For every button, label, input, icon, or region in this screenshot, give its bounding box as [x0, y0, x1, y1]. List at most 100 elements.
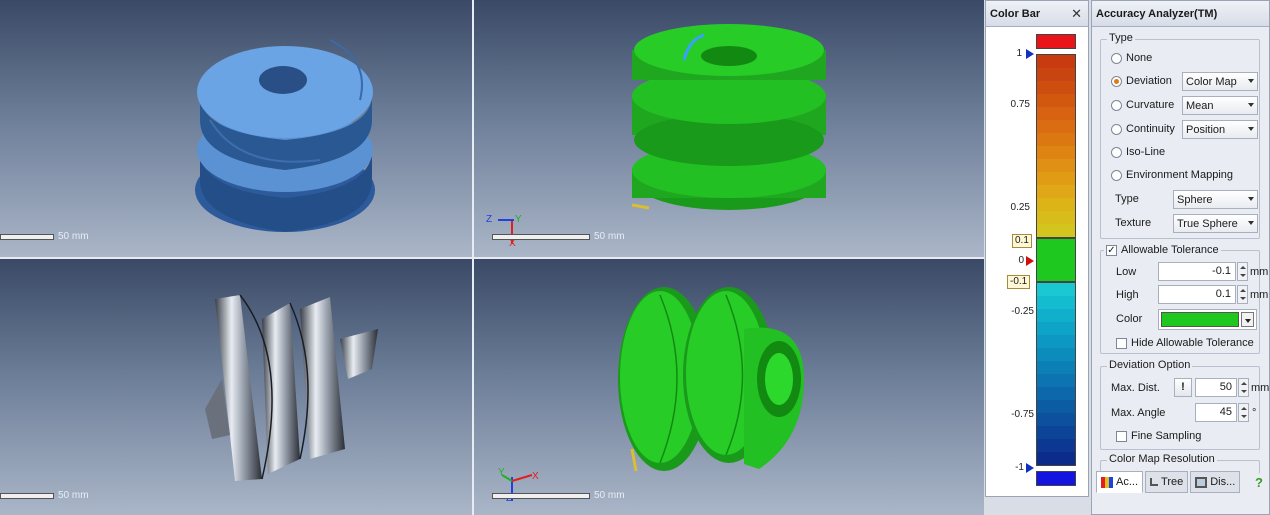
continuity-mode-select[interactable]: Position: [1182, 120, 1258, 139]
hide-tolerance-toggle[interactable]: Hide Allowable Tolerance: [1116, 337, 1254, 349]
viewport-bottom-right[interactable]: Y X Z 50 mm: [474, 259, 984, 515]
color-positive-step-4: [1037, 107, 1075, 120]
tolerance-low-input[interactable]: -0.1: [1158, 262, 1236, 281]
chevron-down-icon: [1248, 103, 1254, 107]
color-bar-header: Color Bar ✕: [986, 1, 1088, 27]
tolerance-low-spinner[interactable]: [1237, 262, 1248, 281]
tolerance-high-input[interactable]: 0.1: [1158, 285, 1236, 304]
zero-marker-icon[interactable]: [1026, 256, 1034, 266]
tolerance-high-spinner[interactable]: [1237, 285, 1248, 304]
checkbox-icon[interactable]: [1116, 337, 1127, 349]
radio-none[interactable]: None: [1111, 52, 1152, 64]
color-positive-step-0: [1037, 55, 1075, 68]
color-negative-step-3: [1037, 322, 1075, 335]
scale-label: 50 mm: [58, 231, 89, 242]
max-angle-spinner[interactable]: [1238, 403, 1249, 422]
color-tolerance-range[interactable]: [1036, 238, 1076, 282]
colorbar-label-max: 1: [1016, 48, 1022, 59]
tolerance-color-label: Color: [1116, 313, 1143, 325]
fine-sampling-toggle[interactable]: Fine Sampling: [1116, 430, 1201, 442]
color-positive-step-5: [1037, 120, 1075, 133]
colorbar-label-075: 0.75: [1010, 99, 1030, 110]
tolerance-high-marker[interactable]: 0.1: [1012, 234, 1032, 248]
curvature-mode-select[interactable]: Mean: [1182, 96, 1258, 115]
radio-isoline[interactable]: Iso-Line: [1111, 146, 1165, 158]
color-positive-step-8: [1037, 159, 1075, 172]
radio-deviation[interactable]: Deviation: [1111, 75, 1172, 87]
max-dist-spinner[interactable]: [1238, 378, 1249, 397]
scale-label: 50 mm: [594, 231, 625, 242]
color-negative-step-0: [1037, 283, 1075, 296]
color-negative-step-10: [1037, 413, 1075, 426]
chevron-down-icon: [1248, 79, 1254, 83]
colorbar-label-neg075: -0.75: [1011, 409, 1034, 420]
max-angle-label: Max. Angle: [1111, 407, 1166, 419]
scale-label: 50 mm: [58, 490, 89, 501]
accuracy-analyzer-title: Accuracy Analyzer(TM): [1092, 1, 1269, 27]
color-over-range[interactable]: [1036, 34, 1076, 49]
color-positive-step-12: [1037, 211, 1075, 224]
max-angle-input[interactable]: 45: [1195, 403, 1237, 422]
tab-accuracy[interactable]: Ac...: [1096, 471, 1144, 493]
tab-display[interactable]: Dis...: [1190, 471, 1241, 493]
radio-environment-mapping[interactable]: Environment Mapping: [1111, 169, 1233, 181]
color-positive-step-9: [1037, 172, 1075, 185]
viewport-divider-horizontal[interactable]: [0, 257, 984, 259]
allowable-tolerance-group: ✓ Allowable Tolerance Low -0.1 mm High 0…: [1100, 244, 1268, 354]
max-dist-label: Max. Dist.: [1111, 382, 1160, 394]
color-positive-range[interactable]: [1036, 54, 1076, 238]
display-icon: [1195, 476, 1208, 488]
viewport-top-left[interactable]: 50 mm: [0, 0, 472, 257]
texture-label: Texture: [1115, 217, 1152, 229]
radio-icon[interactable]: [1111, 99, 1122, 111]
tolerance-low-label: Low: [1116, 266, 1137, 278]
max-marker-icon[interactable]: [1026, 49, 1034, 59]
tolerance-high-unit: mm: [1250, 289, 1269, 301]
texture-select[interactable]: True Sphere: [1173, 214, 1258, 233]
checkbox-checked-icon[interactable]: ✓: [1106, 244, 1117, 256]
scale-label: 50 mm: [594, 490, 625, 501]
deviation-mode-select[interactable]: Color Map: [1182, 72, 1258, 91]
color-positive-step-11: [1037, 198, 1075, 211]
color-positive-step-2: [1037, 81, 1075, 94]
radio-icon[interactable]: [1111, 169, 1122, 181]
min-marker-icon[interactable]: [1026, 463, 1034, 473]
checkbox-icon[interactable]: [1116, 430, 1127, 442]
tolerance-low-marker[interactable]: -0.1: [1007, 275, 1031, 289]
close-icon[interactable]: ✕: [1071, 6, 1082, 22]
allowable-tolerance-toggle[interactable]: ✓ Allowable Tolerance: [1104, 244, 1221, 256]
viewport-top-right[interactable]: Z Y X 50 mm: [474, 0, 984, 257]
color-negative-range[interactable]: [1036, 282, 1076, 466]
scale-indicator: 50 mm: [492, 490, 625, 501]
radio-curvature[interactable]: Curvature: [1111, 99, 1174, 111]
env-type-label: Type: [1115, 193, 1139, 205]
colorbar-label-neg025: -0.25: [1011, 306, 1034, 317]
scale-indicator: 50 mm: [0, 490, 89, 501]
max-dist-warning-button[interactable]: !: [1174, 378, 1192, 397]
tolerance-high-label: High: [1116, 289, 1139, 301]
svg-text:X: X: [532, 471, 539, 482]
color-negative-step-7: [1037, 374, 1075, 387]
color-negative-step-5: [1037, 348, 1075, 361]
radio-icon[interactable]: [1111, 146, 1122, 158]
helix-model-silver: [205, 294, 378, 481]
radio-continuity[interactable]: Continuity: [1111, 123, 1175, 135]
radio-selected-icon[interactable]: [1111, 75, 1122, 87]
help-icon[interactable]: ?: [1255, 475, 1263, 490]
color-negative-step-6: [1037, 361, 1075, 374]
max-dist-input[interactable]: 50: [1195, 378, 1237, 397]
svg-text:Y: Y: [498, 467, 505, 478]
svg-text:Y: Y: [515, 214, 522, 225]
colorbar-label-025: 0.25: [1010, 202, 1030, 213]
env-type-select[interactable]: Sphere: [1173, 190, 1258, 209]
tab-tree[interactable]: Tree: [1145, 471, 1189, 493]
radio-icon[interactable]: [1111, 123, 1122, 135]
color-under-range[interactable]: [1036, 471, 1076, 486]
tolerance-color-picker[interactable]: [1158, 309, 1257, 330]
color-bar-title: Color Bar: [990, 7, 1041, 20]
chevron-down-icon[interactable]: [1241, 312, 1254, 327]
radio-icon[interactable]: [1111, 52, 1122, 64]
axis-triad: Z Y X: [486, 214, 522, 248]
scale-indicator: 50 mm: [492, 231, 625, 242]
viewport-bottom-left[interactable]: 50 mm: [0, 259, 472, 515]
